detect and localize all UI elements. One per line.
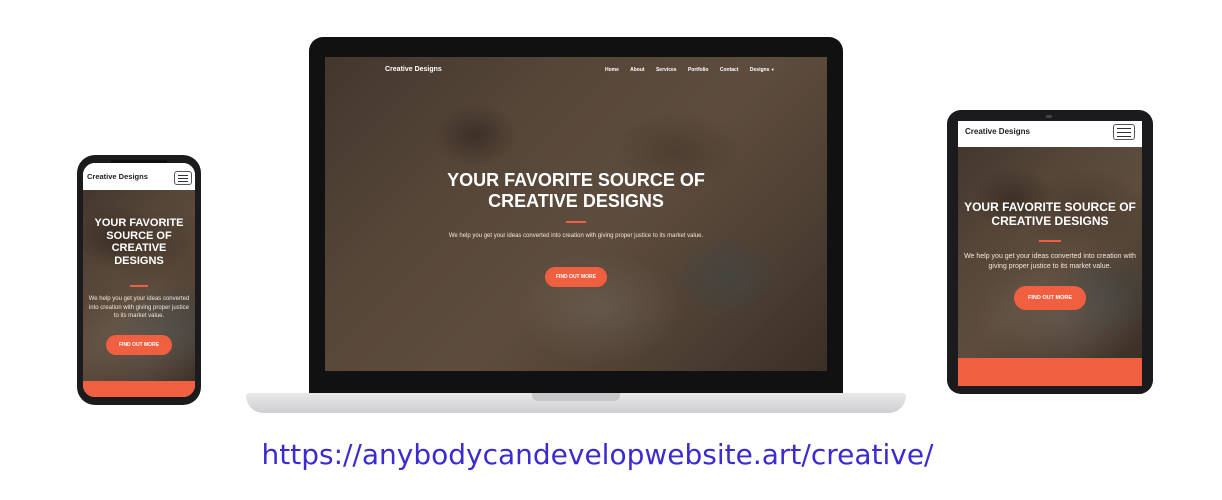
caret-down-icon[interactable]: ▼ <box>771 67 775 72</box>
tablet-camera <box>1046 115 1052 118</box>
laptop-base <box>246 393 906 413</box>
nav-contact[interactable]: Contact <box>720 67 739 73</box>
hero-title: YOUR FAVORITE SOURCE OF CREATIVE DESIGNS <box>964 200 1136 228</box>
hamburger-icon[interactable] <box>1113 124 1135 140</box>
nav-designs[interactable]: Designs <box>750 67 769 73</box>
hero-divider <box>566 221 586 223</box>
hero-subtitle: We help you get your ideas converted int… <box>88 296 190 320</box>
laptop-screen: Creative Designs Home About Services Por… <box>325 57 827 371</box>
tablet-hero: YOUR FAVORITE SOURCE OF CREATIVE DESIGNS… <box>958 147 1142 358</box>
hero-subtitle: We help you get your ideas converted int… <box>964 253 1136 271</box>
site-url-caption[interactable]: https://anybodycandevelopwebsite.art/cre… <box>0 438 1195 471</box>
nav-about[interactable]: About <box>630 67 644 73</box>
hamburger-icon[interactable] <box>174 171 192 185</box>
nav-services[interactable]: Services <box>656 67 677 73</box>
find-out-more-button[interactable]: FIND OUT MORE <box>545 267 607 287</box>
laptop-brand[interactable]: Creative Designs <box>385 66 442 73</box>
find-out-more-button[interactable]: FIND OUT MORE <box>106 335 172 355</box>
nav-portfolio[interactable]: Portfolio <box>688 67 709 73</box>
tablet-orange-section <box>958 358 1142 386</box>
laptop-lid: Creative Designs Home About Services Por… <box>309 37 843 397</box>
phone-navbar: Creative Designs <box>83 163 195 190</box>
hero-divider <box>130 285 148 287</box>
phone-hero: YOUR FAVORITE SOURCE OF CREATIVE DESIGNS… <box>83 190 195 381</box>
hero-title: YOUR FAVORITE SOURCE OF CREATIVE DESIGNS <box>94 217 184 267</box>
tablet-device: Creative Designs YOUR FAVORITE SOURCE OF… <box>947 110 1153 394</box>
laptop-notch <box>532 393 620 401</box>
laptop-nav: Home About Services Portfolio Contact De… <box>605 67 775 73</box>
hero-subtitle: We help you get your ideas converted int… <box>448 233 704 239</box>
tablet-navbar: Creative Designs <box>958 121 1142 147</box>
tablet-screen: Creative Designs YOUR FAVORITE SOURCE OF… <box>958 121 1142 386</box>
hero-divider <box>1039 240 1061 242</box>
phone-screen: Creative Designs YOUR FAVORITE SOURCE OF… <box>83 163 195 397</box>
tablet-brand[interactable]: Creative Designs <box>965 127 1030 136</box>
phone-brand[interactable]: Creative Designs <box>87 172 148 181</box>
hero-title: YOUR FAVORITE SOURCE OF CREATIVE DESIGNS <box>447 170 705 211</box>
nav-home[interactable]: Home <box>605 67 619 73</box>
phone-orange-section <box>83 381 195 397</box>
find-out-more-button[interactable]: FIND OUT MORE <box>1014 286 1086 310</box>
phone-device: Creative Designs YOUR FAVORITE SOURCE OF… <box>77 155 201 405</box>
